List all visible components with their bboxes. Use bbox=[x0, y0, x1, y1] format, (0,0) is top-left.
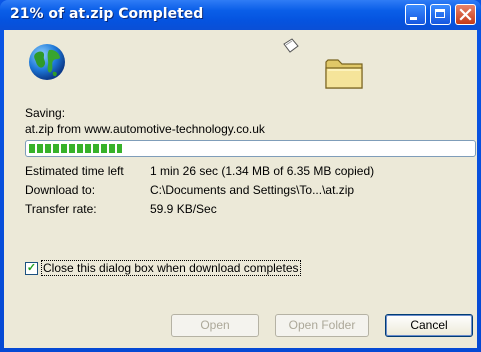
close-on-complete-label[interactable]: Close this dialog box when download comp… bbox=[41, 260, 301, 276]
open-folder-button[interactable]: Open Folder bbox=[275, 314, 369, 337]
download-source: at.zip from www.automotive-technology.co… bbox=[25, 122, 265, 136]
transfer-rate-label: Transfer rate: bbox=[25, 202, 97, 216]
title-bar[interactable]: 21% of at.zip Completed bbox=[0, 0, 481, 30]
minimize-button[interactable] bbox=[405, 4, 426, 25]
time-left-value: 1 min 26 sec (1.34 MB of 6.35 MB copied) bbox=[150, 164, 375, 178]
progress-fill bbox=[29, 144, 122, 153]
download-to-value: C:\Documents and Settings\To...\at.zip bbox=[150, 183, 355, 197]
maximize-button[interactable] bbox=[430, 4, 451, 25]
saving-label: Saving: bbox=[25, 106, 66, 120]
open-button-label: Open bbox=[200, 318, 230, 332]
time-left-label: Estimated time left bbox=[25, 164, 124, 178]
cancel-button[interactable]: Cancel bbox=[385, 314, 473, 337]
paper-icon bbox=[283, 38, 299, 53]
download-progress-bar bbox=[25, 140, 476, 157]
open-folder-button-label: Open Folder bbox=[288, 318, 356, 332]
globe-icon bbox=[29, 44, 65, 80]
checkmark-icon: ✓ bbox=[26, 262, 37, 274]
open-button[interactable]: Open bbox=[171, 314, 259, 337]
download-to-label: Download to: bbox=[25, 183, 96, 197]
cancel-button-label: Cancel bbox=[410, 318, 448, 332]
download-dialog: 21% of at.zip Completed Saving: at.zip f… bbox=[0, 0, 481, 352]
transfer-rate-value: 59.9 KB/Sec bbox=[150, 202, 217, 216]
folder-icon bbox=[325, 59, 363, 89]
window-title: 21% of at.zip Completed bbox=[10, 6, 204, 22]
close-button[interactable] bbox=[455, 4, 476, 25]
close-icon bbox=[459, 8, 472, 21]
close-on-complete-checkbox[interactable]: ✓ bbox=[25, 262, 38, 275]
